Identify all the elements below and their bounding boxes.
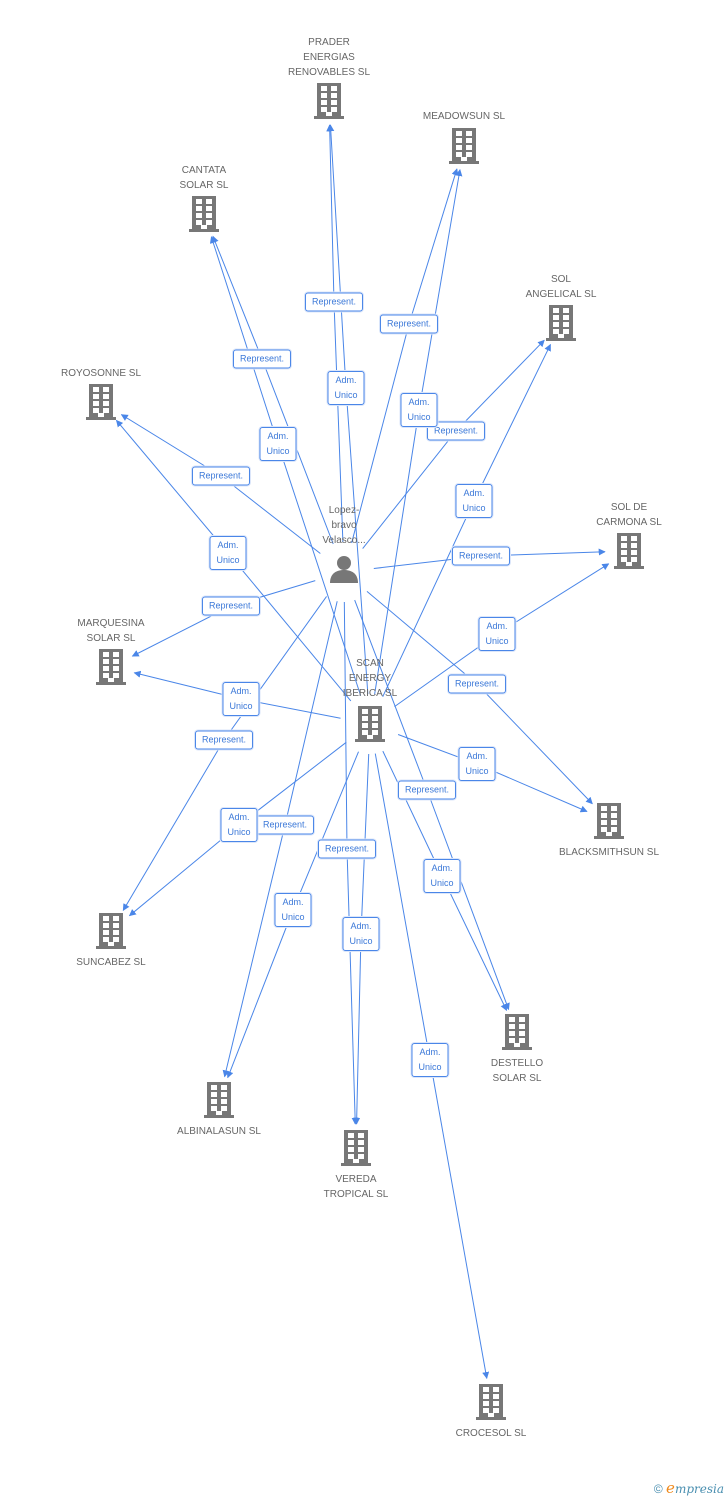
- person-icon: [279, 554, 409, 590]
- node-label: VEREDA TROPICAL SL: [323, 1174, 389, 1200]
- node-label: SOL DE CARMONA SL: [596, 502, 662, 528]
- node-label: SCAN ENERGY IBERICA SL: [342, 658, 398, 699]
- edge-label[interactable]: Represent.: [379, 314, 439, 334]
- edge-label[interactable]: Adm. Unico: [259, 427, 297, 461]
- building-icon: [426, 1384, 556, 1420]
- building-icon: [264, 83, 394, 119]
- edge-label[interactable]: Represent.: [191, 466, 251, 486]
- node-label: PRADER ENERGIAS RENOVABLES SL: [287, 37, 371, 78]
- edge-label[interactable]: Represent.: [201, 596, 261, 616]
- node-prader[interactable]: PRADER ENERGIAS RENOVABLES SL: [264, 35, 394, 119]
- edge-label[interactable]: Adm. Unico: [411, 1043, 449, 1077]
- edge-person-meadowsun: [351, 168, 459, 544]
- node-royosonne[interactable]: ROYOSONNE SL: [36, 366, 166, 420]
- edge-label[interactable]: Adm. Unico: [209, 536, 247, 570]
- node-meadowsun[interactable]: MEADOWSUN SL: [399, 109, 529, 164]
- node-label: CANTATA SOLAR SL: [179, 165, 229, 191]
- edge-label[interactable]: Adm. Unico: [400, 393, 438, 427]
- node-label: SUNCABEZ SL: [76, 957, 146, 968]
- edge-label[interactable]: Represent.: [397, 780, 457, 800]
- node-scan[interactable]: SCAN ENERGY IBERICA SL: [305, 656, 435, 742]
- node-label: MEADOWSUN SL: [422, 111, 506, 122]
- node-vereda[interactable]: VEREDA TROPICAL SL: [291, 1130, 421, 1202]
- node-suncabez[interactable]: SUNCABEZ SL: [46, 913, 176, 970]
- edge-label[interactable]: Adm. Unico: [222, 682, 260, 716]
- node-albinalasun[interactable]: ALBINALASUN SL: [154, 1082, 284, 1139]
- edge-label[interactable]: Adm. Unico: [327, 371, 365, 405]
- node-label: Lopez- bravo Velasco...: [322, 505, 366, 546]
- building-icon: [36, 384, 166, 420]
- edge-label[interactable]: Represent.: [194, 730, 254, 750]
- building-icon: [139, 196, 269, 232]
- node-label: ROYOSONNE SL: [60, 368, 142, 379]
- building-icon: [544, 803, 674, 839]
- edge-label[interactable]: Represent.: [317, 839, 377, 859]
- brand-initial: e: [666, 1479, 675, 1497]
- edge-label[interactable]: Represent.: [451, 546, 511, 566]
- node-cantata[interactable]: CANTATA SOLAR SL: [139, 163, 269, 232]
- building-icon: [452, 1014, 582, 1050]
- building-icon: [399, 128, 529, 164]
- building-icon: [564, 533, 694, 569]
- node-crocesol[interactable]: CROCESOL SL: [426, 1384, 556, 1441]
- copyright-symbol: ©: [653, 1482, 663, 1496]
- building-icon: [305, 706, 435, 742]
- building-icon: [46, 913, 176, 949]
- empresia-logo[interactable]: © empresia: [654, 1479, 724, 1497]
- building-icon: [46, 649, 176, 685]
- edge-person-cantata: [212, 235, 334, 545]
- building-icon: [291, 1130, 421, 1166]
- edge-label[interactable]: Adm. Unico: [274, 893, 312, 927]
- node-carmona[interactable]: SOL DE CARMONA SL: [564, 500, 694, 569]
- brand-rest: mpresia: [674, 1482, 724, 1496]
- building-icon: [154, 1082, 284, 1118]
- edge-label[interactable]: Adm. Unico: [423, 859, 461, 893]
- edge-label[interactable]: Represent.: [255, 815, 315, 835]
- node-angelical[interactable]: SOL ANGELICAL SL: [496, 272, 626, 341]
- network-graph: [115, 124, 610, 1380]
- node-blacksmithsun[interactable]: BLACKSMITHSUN SL: [544, 803, 674, 860]
- node-label: BLACKSMITHSUN SL: [558, 847, 660, 858]
- node-label: DESTELLO SOLAR SL: [490, 1058, 544, 1084]
- edge-scan-prader: [327, 124, 369, 695]
- edge-label[interactable]: Adm. Unico: [342, 917, 380, 951]
- node-marquesina[interactable]: MARQUESINA SOLAR SL: [46, 616, 176, 685]
- edge-label[interactable]: Adm. Unico: [455, 484, 493, 518]
- node-label: SOL ANGELICAL SL: [525, 274, 597, 300]
- edge-label[interactable]: Represent.: [232, 349, 292, 369]
- edge-label[interactable]: Adm. Unico: [220, 808, 258, 842]
- node-label: CROCESOL SL: [455, 1428, 527, 1439]
- node-person[interactable]: Lopez- bravo Velasco...: [279, 503, 409, 590]
- edge-label[interactable]: Represent.: [304, 292, 364, 312]
- node-destello[interactable]: DESTELLO SOLAR SL: [452, 1014, 582, 1086]
- edge-person-prader: [326, 124, 344, 543]
- node-label: ALBINALASUN SL: [177, 1126, 261, 1137]
- node-label: MARQUESINA SOLAR SL: [77, 618, 145, 644]
- edge-label[interactable]: Adm. Unico: [458, 747, 496, 781]
- edge-label[interactable]: Represent.: [447, 674, 507, 694]
- building-icon: [496, 305, 626, 341]
- edge-label[interactable]: Adm. Unico: [478, 617, 516, 651]
